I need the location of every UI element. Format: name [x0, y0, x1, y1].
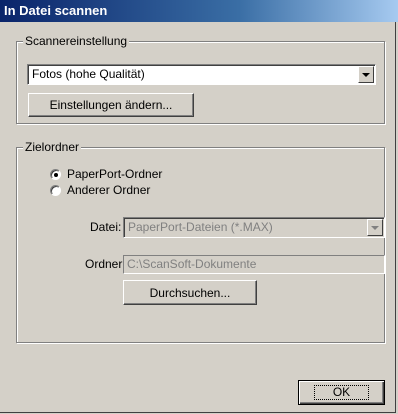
- file-type-label: Datei:: [90, 220, 122, 234]
- ok-label: OK: [313, 385, 370, 400]
- radio-unchecked-icon: [50, 184, 61, 196]
- file-type-select: PaperPort-Dateien (*.MAX): [123, 217, 385, 238]
- radio-other-label: Anderer Ordner: [67, 183, 151, 197]
- scanner-preset-value: Fotos (hohe Qualität): [32, 67, 145, 81]
- radio-paperport-label: PaperPort-Ordner: [67, 167, 163, 181]
- window-title: In Datei scannen: [4, 3, 108, 18]
- folder-path-field: C:\ScanSoft-Dokumente: [123, 255, 385, 274]
- change-settings-button[interactable]: Einstellungen ändern...: [28, 93, 194, 117]
- file-type-dropdown-button: [367, 219, 383, 236]
- scanner-preset-select[interactable]: Fotos (hohe Qualität): [27, 64, 376, 85]
- radio-checked-icon: [50, 168, 61, 180]
- radio-other-folder[interactable]: Anderer Ordner: [50, 183, 150, 197]
- folder-path-label: Ordner:: [85, 257, 126, 271]
- radio-paperport-folder[interactable]: PaperPort-Ordner: [50, 167, 162, 181]
- browse-label: Durchsuchen...: [149, 285, 231, 300]
- browse-button[interactable]: Durchsuchen...: [123, 280, 257, 305]
- ok-button[interactable]: OK: [298, 380, 385, 405]
- preset-dropdown-button[interactable]: [358, 66, 374, 83]
- chevron-down-icon: [362, 72, 370, 77]
- file-type-value: PaperPort-Dateien (*.MAX): [128, 220, 273, 234]
- change-settings-label: Einstellungen ändern...: [49, 98, 173, 112]
- chevron-down-icon: [371, 225, 379, 230]
- scan-to-file-dialog: Scannereinstellung Fotos (hohe Qualität)…: [0, 22, 396, 413]
- window-title-bar: In Datei scannen: [0, 0, 398, 22]
- scanner-settings-legend: Scannereinstellung: [23, 34, 130, 48]
- folder-path-value: C:\ScanSoft-Dokumente: [127, 257, 257, 271]
- target-folder-legend: Zielordner: [23, 140, 82, 154]
